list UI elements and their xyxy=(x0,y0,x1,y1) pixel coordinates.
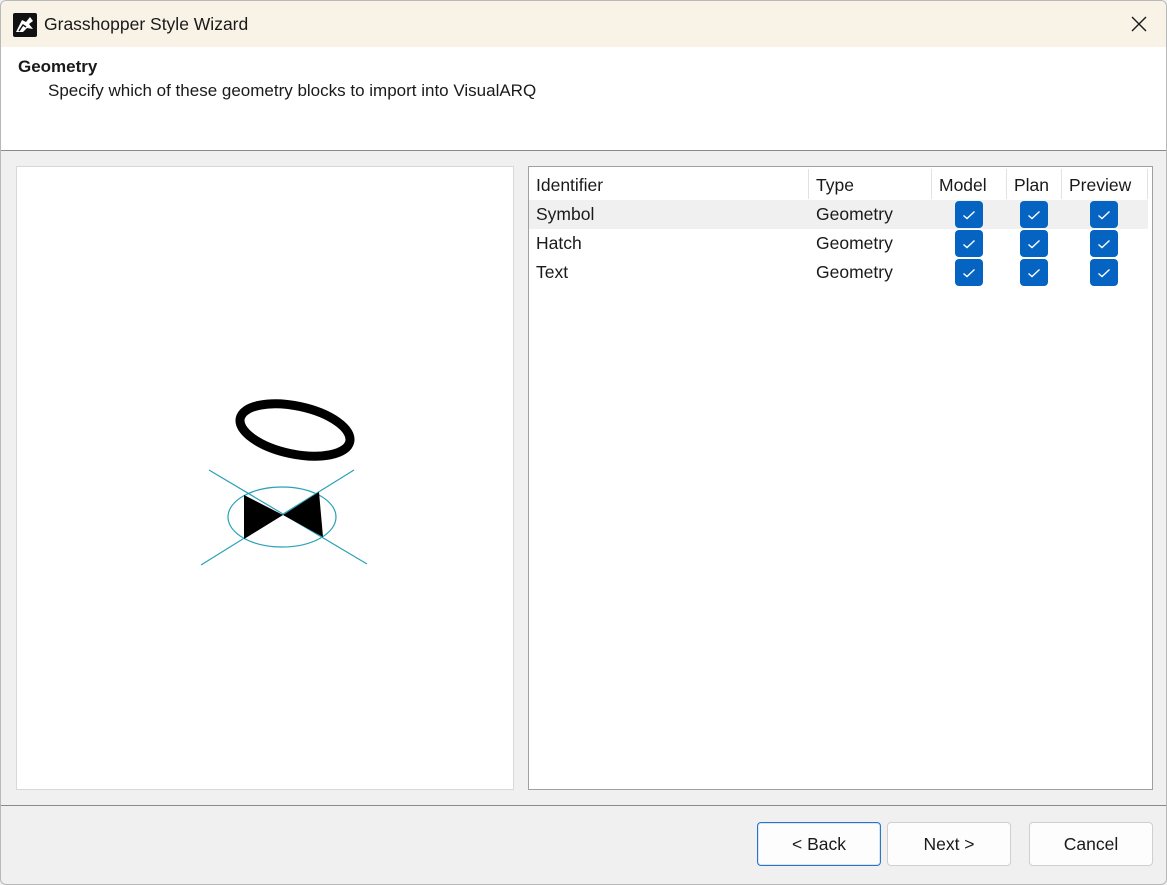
page-subtitle: Specify which of these geometry blocks t… xyxy=(48,81,537,100)
cell-identifier: Symbol xyxy=(536,204,595,224)
column-header-preview[interactable]: Preview xyxy=(1062,169,1148,199)
cancel-button[interactable]: Cancel xyxy=(1029,822,1153,866)
cell-identifier: Text xyxy=(536,262,569,282)
cell-type: Geometry xyxy=(816,204,893,224)
checkmark-icon xyxy=(963,210,975,219)
checkbox-preview-symbol[interactable] xyxy=(1090,201,1118,228)
checkbox-plan-hatch[interactable] xyxy=(1020,230,1048,257)
column-header-plan[interactable]: Plan xyxy=(1007,169,1062,199)
rhino-app-icon xyxy=(13,13,37,37)
checkbox-preview-hatch[interactable] xyxy=(1090,230,1118,257)
close-icon xyxy=(1131,16,1147,32)
geometry-preview-drawing xyxy=(200,399,368,566)
column-header-type[interactable]: Type xyxy=(809,169,932,199)
checkbox-model-symbol[interactable] xyxy=(955,201,983,228)
wizard-header: Geometry Specify which of these geometry… xyxy=(1,47,1166,151)
checkmark-icon xyxy=(1028,239,1040,248)
wizard-window: Grasshopper Style Wizard Geometry Specif… xyxy=(0,0,1167,885)
checkbox-model-hatch[interactable] xyxy=(955,230,983,257)
title-bar[interactable]: Grasshopper Style Wizard xyxy=(1,1,1166,47)
checkmark-icon xyxy=(963,239,975,248)
checkmark-icon xyxy=(1028,268,1040,277)
checkmark-icon xyxy=(1098,210,1110,219)
checkbox-plan-symbol[interactable] xyxy=(1020,201,1048,228)
cell-type: Geometry xyxy=(816,233,893,253)
cell-identifier: Hatch xyxy=(536,233,582,253)
footer-divider xyxy=(1,805,1166,806)
back-button[interactable]: < Back xyxy=(757,822,881,866)
text-geometry-shape xyxy=(235,399,355,461)
checkbox-model-text[interactable] xyxy=(955,259,983,286)
page-title: Geometry xyxy=(18,57,98,76)
table-row-hatch[interactable]: Hatch Geometry xyxy=(529,229,1148,258)
grid-header-row: Identifier Type Model Plan Preview xyxy=(529,169,1148,199)
window-title: Grasshopper Style Wizard xyxy=(44,14,249,34)
geometry-preview xyxy=(16,166,514,790)
geometry-blocks-grid[interactable]: Identifier Type Model Plan Preview Symbo… xyxy=(528,166,1153,790)
next-button[interactable]: Next > xyxy=(887,822,1011,866)
hatch-left-triangle xyxy=(244,495,283,539)
table-row-symbol[interactable]: Symbol Geometry xyxy=(529,200,1148,229)
cell-type: Geometry xyxy=(816,262,893,282)
hatch-right-triangle xyxy=(283,492,323,537)
column-header-model[interactable]: Model xyxy=(932,169,1007,199)
column-header-identifier[interactable]: Identifier xyxy=(529,169,809,199)
checkmark-icon xyxy=(1098,239,1110,248)
checkbox-preview-text[interactable] xyxy=(1090,259,1118,286)
close-button[interactable] xyxy=(1112,1,1166,47)
checkmark-icon xyxy=(963,268,975,277)
checkbox-plan-text[interactable] xyxy=(1020,259,1048,286)
checkmark-icon xyxy=(1098,268,1110,277)
table-row-text[interactable]: Text Geometry xyxy=(529,258,1148,287)
checkmark-icon xyxy=(1028,210,1040,219)
